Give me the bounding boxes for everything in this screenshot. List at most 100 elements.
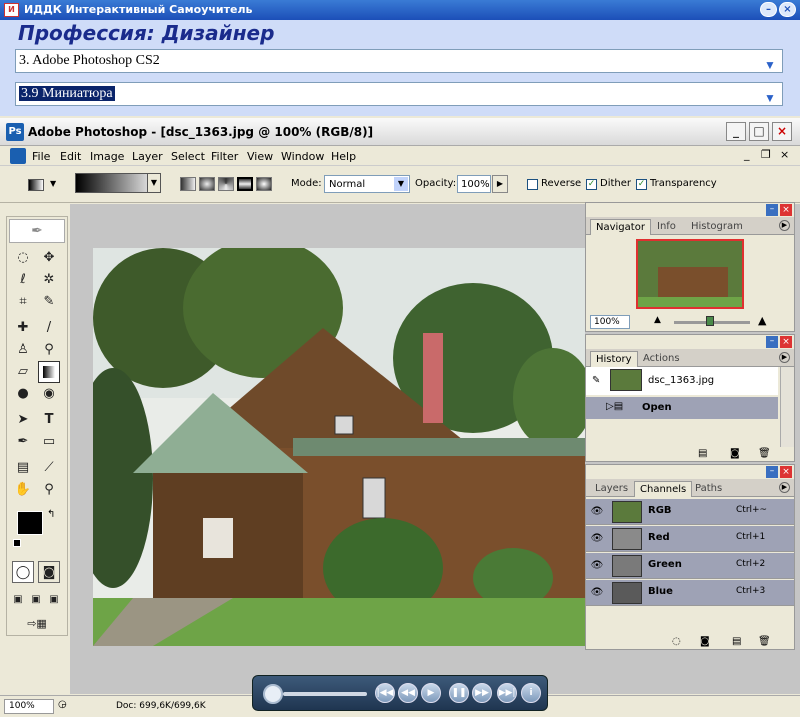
panel-menu-icon[interactable]: ▶	[779, 482, 790, 493]
history-scrollbar[interactable]	[780, 367, 794, 447]
load-selection-icon[interactable]: ◌	[672, 636, 681, 647]
new-channel-icon[interactable]: ▤	[732, 636, 741, 647]
menu-file[interactable]: File	[32, 150, 50, 163]
tab-info[interactable]: Info	[652, 219, 681, 235]
shape-icon[interactable]: ▭	[38, 431, 60, 453]
pen-icon[interactable]: ✒	[12, 431, 34, 453]
hand-icon[interactable]: ✋	[12, 479, 34, 501]
tab-history[interactable]: History	[590, 351, 638, 367]
minimize-button[interactable]: _	[726, 122, 746, 141]
healing-brush-icon[interactable]: ✚	[12, 317, 34, 339]
eye-icon[interactable]: 👁	[590, 533, 604, 545]
doc-close-icon[interactable]: ×	[780, 148, 789, 161]
trash-icon[interactable]: 🗑	[758, 448, 771, 459]
eye-icon[interactable]: 👁	[590, 506, 604, 518]
status-icon[interactable]: ◶	[58, 699, 67, 710]
rewind-icon[interactable]: ◀◀	[398, 683, 418, 703]
panel-menu-icon[interactable]: ▶	[779, 352, 790, 363]
opacity-input[interactable]: 100%	[457, 175, 491, 193]
default-colors-icon[interactable]	[13, 539, 21, 547]
screen-mode-3-icon[interactable]: ▣	[46, 589, 62, 611]
document-image[interactable]	[93, 248, 585, 646]
minimize-icon[interactable]: –	[766, 204, 778, 216]
tab-actions[interactable]: Actions	[638, 351, 685, 367]
feather-icon[interactable]: ✒	[9, 219, 65, 243]
new-document-icon[interactable]: ▤	[698, 448, 707, 459]
swap-colors-icon[interactable]: ↰	[47, 509, 55, 520]
history-brush-icon[interactable]: ⚲	[38, 339, 60, 361]
trash-icon[interactable]: 🗑	[758, 636, 771, 647]
channel-row-rgb[interactable]: 👁 RGB Ctrl+~	[586, 499, 794, 525]
module-select[interactable]: 3. Adobe Photoshop CS2 ▼	[15, 49, 783, 73]
navigator-zoom-input[interactable]: 100%	[590, 315, 630, 329]
zoom-out-icon[interactable]: ▲	[654, 315, 661, 325]
close-icon[interactable]: ×	[780, 204, 792, 216]
menu-layer[interactable]: Layer	[132, 150, 163, 163]
gradient-icon[interactable]	[38, 361, 60, 383]
status-zoom-input[interactable]: 100%	[4, 699, 54, 714]
eye-icon[interactable]: 👁	[590, 560, 604, 572]
play-icon[interactable]: ▶	[421, 683, 441, 703]
lesson-select[interactable]: 3.9 Миниатюра ▼	[15, 82, 783, 106]
notes-icon[interactable]: ▤	[12, 457, 34, 479]
angle-gradient-icon[interactable]	[218, 177, 234, 191]
tab-histogram[interactable]: Histogram	[686, 219, 748, 235]
marquee-icon[interactable]: ◌	[12, 247, 34, 269]
dither-checkbox[interactable]: ✓	[586, 179, 597, 190]
screen-mode-2-icon[interactable]: ▣	[28, 589, 44, 611]
maximize-button[interactable]: □	[749, 122, 769, 141]
chevron-down-icon[interactable]: ▼	[50, 179, 56, 188]
path-select-icon[interactable]: ➤	[12, 409, 34, 431]
eraser-icon[interactable]: ▱	[12, 361, 34, 383]
minimize-icon[interactable]: –	[760, 2, 777, 17]
tab-navigator[interactable]: Navigator	[590, 219, 651, 235]
close-icon[interactable]: ×	[780, 336, 792, 348]
chevron-down-icon[interactable]: ▼	[764, 54, 778, 72]
channel-row-green[interactable]: 👁 Green Ctrl+2	[586, 553, 794, 579]
channel-row-blue[interactable]: 👁 Blue Ctrl+3	[586, 580, 794, 606]
menu-help[interactable]: Help	[331, 150, 356, 163]
brush-icon[interactable]: /	[38, 317, 60, 339]
panel-menu-icon[interactable]: ▶	[779, 220, 790, 231]
history-snapshot-row[interactable]: ✎ dsc_1363.jpg	[586, 367, 778, 395]
foreground-color[interactable]	[17, 511, 43, 535]
move-icon[interactable]: ✥	[38, 247, 60, 269]
stamp-icon[interactable]: ♙	[12, 339, 34, 361]
history-step-row[interactable]: ▷▤ Open	[586, 397, 778, 419]
tab-channels[interactable]: Channels	[634, 481, 693, 497]
eye-icon[interactable]: 👁	[590, 587, 604, 599]
quick-mask-icon[interactable]: ◙	[38, 561, 60, 583]
navigator-preview[interactable]	[636, 239, 744, 309]
chevron-down-icon[interactable]: ▼	[764, 87, 778, 105]
menu-edit[interactable]: Edit	[60, 150, 81, 163]
history-brush-source-icon[interactable]: ✎	[592, 375, 600, 386]
zoom-icon[interactable]: ⚲	[38, 479, 60, 501]
menu-filter[interactable]: Filter	[211, 150, 238, 163]
zoom-slider-thumb[interactable]	[706, 316, 714, 326]
last-icon[interactable]: ▶▶|	[497, 683, 517, 703]
reflected-gradient-icon[interactable]	[237, 177, 253, 191]
screen-mode-1-icon[interactable]: ▣	[10, 589, 26, 611]
type-icon[interactable]: T	[38, 409, 60, 431]
first-icon[interactable]: |◀◀	[375, 683, 395, 703]
tab-layers[interactable]: Layers	[590, 481, 633, 497]
menu-select[interactable]: Select	[171, 150, 205, 163]
tab-paths[interactable]: Paths	[690, 481, 727, 497]
chevron-down-icon[interactable]: ▼	[147, 174, 160, 192]
linear-gradient-icon[interactable]	[180, 177, 196, 191]
close-icon[interactable]: ×	[780, 466, 792, 478]
menu-window[interactable]: Window	[281, 150, 324, 163]
menu-view[interactable]: View	[247, 150, 273, 163]
lasso-icon[interactable]: ℓ	[12, 269, 34, 291]
menu-image[interactable]: Image	[90, 150, 124, 163]
jump-to-imageready-icon[interactable]: ⇨▦	[12, 613, 62, 635]
transparency-checkbox[interactable]: ✓	[636, 179, 647, 190]
info-icon[interactable]: i	[521, 683, 541, 703]
radial-gradient-icon[interactable]	[199, 177, 215, 191]
camera-icon[interactable]: ◙	[730, 448, 740, 459]
progress-knob[interactable]	[263, 684, 283, 704]
chevron-down-icon[interactable]: ▼	[394, 177, 408, 191]
minimize-icon[interactable]: –	[766, 466, 778, 478]
doc-restore-icon[interactable]: ❐	[761, 148, 771, 161]
magic-wand-icon[interactable]: ✲	[38, 269, 60, 291]
